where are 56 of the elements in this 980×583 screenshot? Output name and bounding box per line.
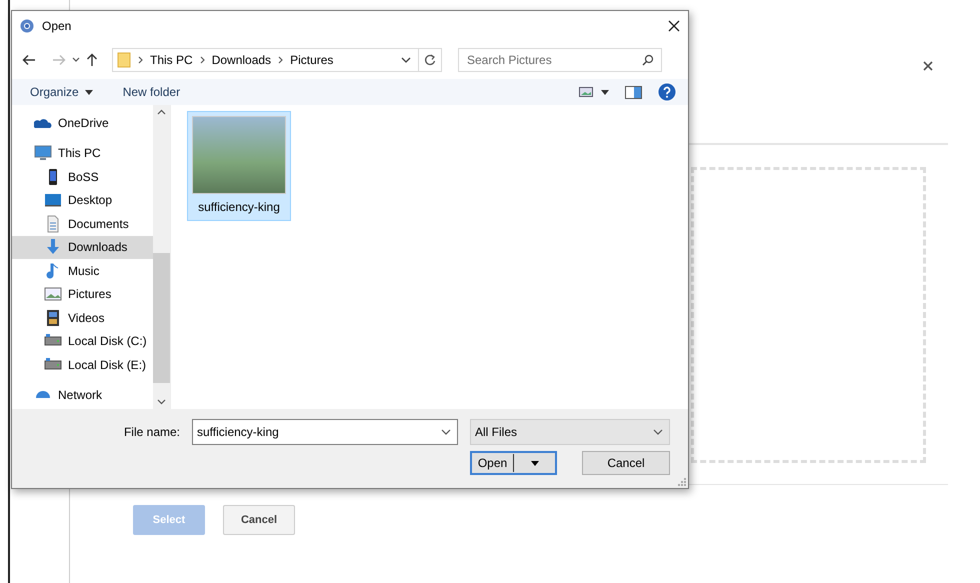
dialog-title: Open <box>42 19 72 33</box>
folder-icon <box>117 52 131 68</box>
chevron-right-icon <box>278 56 284 64</box>
nav-item[interactable]: Desktop <box>12 188 153 212</box>
caret-icon <box>84 90 93 94</box>
help-icon[interactable] <box>658 83 676 101</box>
refresh-icon[interactable] <box>424 54 436 66</box>
nav-item[interactable]: OneDrive <box>12 111 153 135</box>
picture-icon <box>44 285 62 304</box>
cancel-button[interactable]: Cancel <box>223 505 295 535</box>
chevron-down-icon[interactable] <box>441 429 451 435</box>
file-item[interactable]: sufficiency-king <box>187 111 291 221</box>
back-arrow-icon[interactable] <box>22 54 36 66</box>
breadcrumb[interactable]: This PC <box>150 53 193 67</box>
search-field[interactable]: Search Pictures <box>458 48 662 72</box>
close-icon[interactable] <box>668 20 680 32</box>
nav-item[interactable]: Music <box>12 259 153 282</box>
preview-pane-icon[interactable] <box>625 86 642 98</box>
nav-item[interactable]: Local Disk (E:) <box>12 353 153 376</box>
breadcrumb[interactable]: Downloads <box>212 53 272 67</box>
organize-menu[interactable]: Organize <box>30 85 93 99</box>
nav-item[interactable]: This PC <box>12 141 153 165</box>
file-type-dropdown[interactable]: All Files <box>470 419 670 445</box>
file-name-label: File name: <box>124 425 180 439</box>
chevron-right-icon <box>138 56 143 64</box>
chevron-down-icon <box>653 429 663 435</box>
chevron-down-icon[interactable] <box>401 56 411 64</box>
file-name-field[interactable]: sufficiency-king <box>192 419 458 445</box>
scroll-down-icon[interactable] <box>157 399 166 405</box>
nav-item[interactable]: Pictures <box>12 282 153 306</box>
app-logo-icon <box>20 19 34 33</box>
nav-item[interactable]: Local Disk (C:) <box>12 330 153 353</box>
scrollbar[interactable] <box>153 105 170 409</box>
nav-item[interactable]: BoSS <box>12 165 153 188</box>
address-bar[interactable]: This PC Downloads Pictures <box>112 48 442 72</box>
breadcrumb[interactable]: Pictures <box>290 53 334 67</box>
film-icon <box>44 308 62 327</box>
resize-grip-icon[interactable] <box>678 478 686 486</box>
view-options-icon[interactable] <box>579 86 609 98</box>
nav-item[interactable]: Documents <box>12 212 153 236</box>
scroll-up-icon[interactable] <box>157 109 166 115</box>
nav-item[interactable]: Videos <box>12 306 153 330</box>
monitor-icon <box>34 144 52 162</box>
caret-icon <box>530 460 538 466</box>
download-arrow-icon <box>44 238 62 256</box>
chevron-right-icon <box>200 56 205 64</box>
close-icon[interactable] <box>922 60 934 72</box>
desktop-icon <box>44 191 62 210</box>
cancel-button[interactable]: Cancel <box>582 451 670 475</box>
search-icon <box>642 54 654 66</box>
nav-item[interactable]: Downloads <box>12 236 153 259</box>
nav-item[interactable]: Network <box>12 382 153 406</box>
open-button[interactable]: Open <box>470 451 557 475</box>
up-arrow-icon[interactable] <box>86 53 98 67</box>
new-folder-button[interactable]: New folder <box>122 85 180 99</box>
chevron-down-icon[interactable] <box>72 57 80 63</box>
